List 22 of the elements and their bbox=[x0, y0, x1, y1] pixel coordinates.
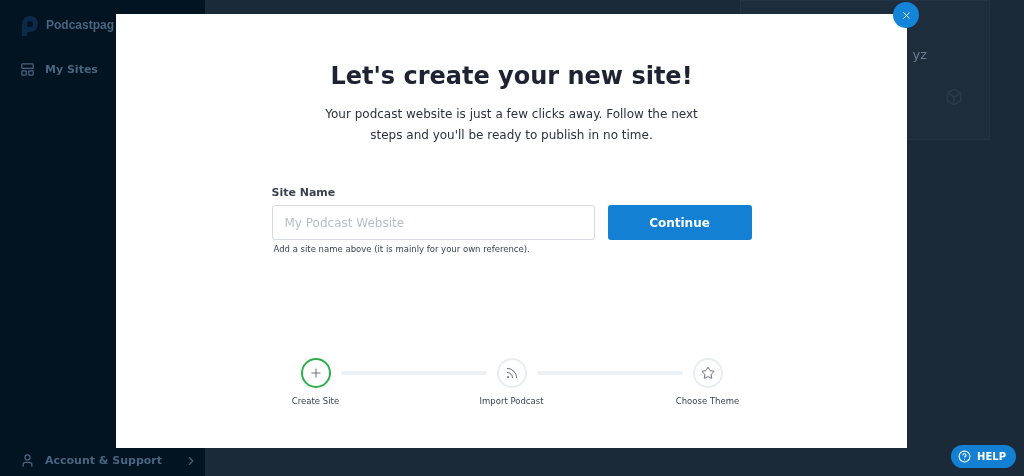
logo-icon bbox=[20, 14, 40, 36]
help-icon bbox=[958, 450, 972, 463]
step-label: Choose Theme bbox=[675, 396, 740, 406]
help-button[interactable]: HELP bbox=[951, 445, 1016, 468]
close-icon bbox=[900, 9, 912, 21]
brand-name: Podcastpag bbox=[46, 18, 114, 32]
field-label: Site Name bbox=[271, 186, 337, 199]
field-hint: Add a site name above (it is mainly for your own reference). bbox=[273, 244, 531, 254]
star-icon bbox=[700, 366, 715, 380]
layout-icon bbox=[20, 62, 35, 77]
card-text: yz bbox=[912, 47, 927, 62]
site-name-field[interactable]: My Podcast Website bbox=[271, 205, 595, 240]
plus-icon bbox=[308, 366, 323, 380]
modal-title: Let's create your new site! bbox=[330, 62, 693, 90]
continue-button[interactable]: Continue bbox=[607, 205, 752, 240]
user-icon bbox=[20, 453, 35, 468]
account-link[interactable]: Account & Support bbox=[45, 454, 163, 467]
modal-subtitle: Your podcast website is just a few clicks away. Follow the next steps and you'll be ready to publish in no time. bbox=[324, 106, 699, 144]
step-label: Import Podcast bbox=[479, 396, 544, 406]
nav-item[interactable]: My Sites bbox=[45, 63, 98, 76]
step-label: Create Site bbox=[291, 396, 340, 406]
rss-icon bbox=[504, 366, 519, 380]
